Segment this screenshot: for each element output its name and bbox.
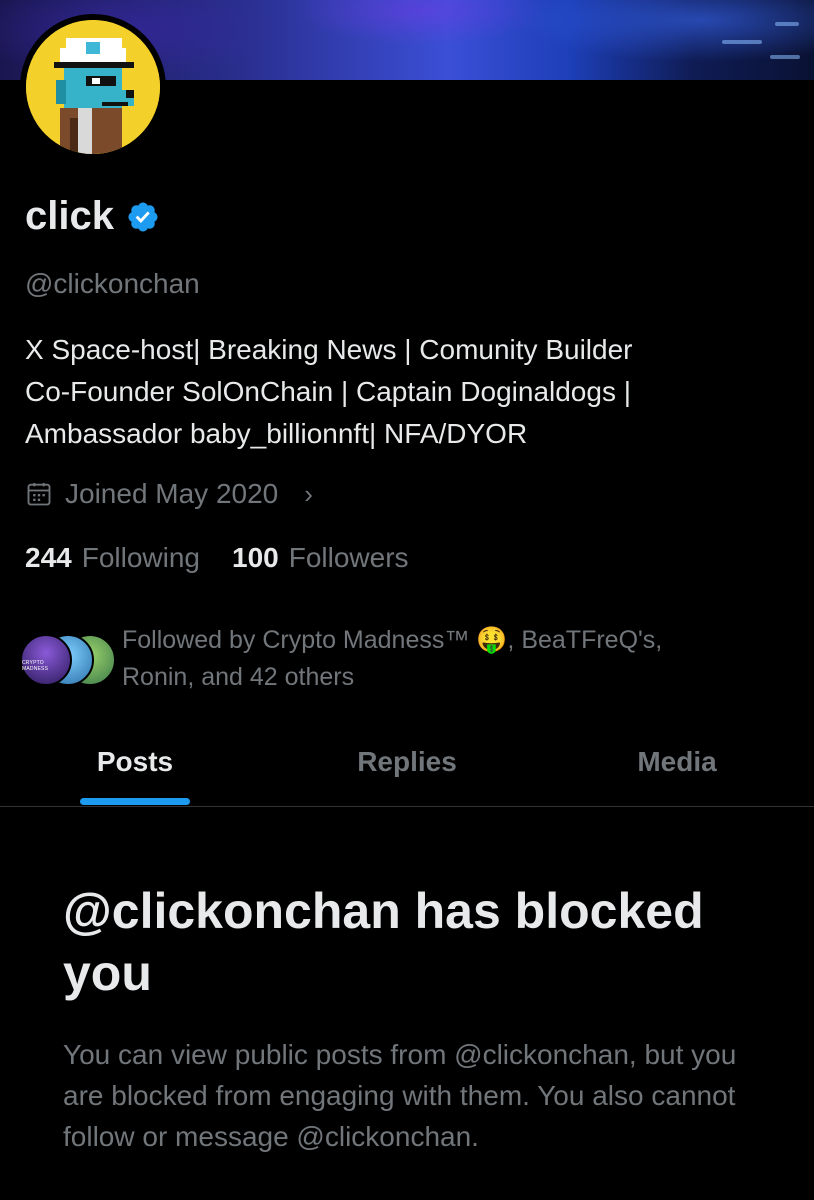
- follower-avatar-caption: CRYPTO MADNESS: [22, 660, 49, 672]
- tab-posts[interactable]: Posts: [40, 730, 230, 806]
- profile-tabs: Posts Replies Media: [0, 730, 814, 807]
- followed-by-avatars[interactable]: CRYPTO MADNESS: [20, 632, 116, 686]
- display-name: click: [25, 194, 160, 239]
- joined-text: Joined May 2020: [65, 478, 279, 509]
- followed-by-line: Ronin, and 42 others: [122, 663, 355, 691]
- profile-handle: @clickonchan: [25, 268, 200, 299]
- blocked-message: You can view public posts from @clickonc…: [63, 1039, 737, 1152]
- followed-by-text[interactable]: Followed by Crypto Madness™ 🤑, BeaTFreQ'…: [122, 622, 782, 696]
- follow-stats: 244 Following 100 Followers: [25, 542, 409, 574]
- chevron-right-icon: ›: [304, 478, 313, 509]
- profile-avatar[interactable]: [20, 14, 166, 160]
- pixel-dog-avatar-image: [26, 20, 160, 154]
- following-count: 244: [25, 542, 72, 573]
- display-name-text: click: [25, 194, 114, 238]
- tab-media[interactable]: Media: [582, 730, 772, 806]
- active-tab-indicator: [80, 798, 190, 805]
- bio-line: Ambassador baby_billionnft| NFA/DYOR: [25, 418, 528, 449]
- tab-label: Posts: [96, 746, 174, 777]
- tab-label: Media: [637, 746, 717, 777]
- calendar-icon: [27, 482, 51, 506]
- bio-line: Co-Founder SolOnChain | Captain Doginald…: [25, 376, 632, 407]
- verified-badge-icon[interactable]: [126, 200, 160, 234]
- following-link[interactable]: 244 Following: [25, 542, 200, 574]
- blocked-heading: @clickonchan has blocked you: [63, 883, 704, 1001]
- follower-avatar: CRYPTO MADNESS: [20, 634, 72, 686]
- bio-line: X Space-host| Breaking News | Comunity B…: [25, 334, 633, 365]
- tab-replies[interactable]: Replies: [312, 730, 502, 806]
- profile-bio: X Space-host| Breaking News | Comunity B…: [25, 329, 795, 455]
- joined-date-row[interactable]: Joined May 2020 ›: [25, 478, 313, 510]
- followers-count: 100: [232, 542, 279, 573]
- followers-link[interactable]: 100 Followers: [232, 542, 409, 574]
- followers-label: Followers: [288, 542, 409, 573]
- tab-label: Replies: [357, 746, 457, 777]
- following-label: Following: [81, 542, 200, 573]
- followed-by-line: Followed by Crypto Madness™ 🤑, BeaTFreQ'…: [122, 626, 663, 654]
